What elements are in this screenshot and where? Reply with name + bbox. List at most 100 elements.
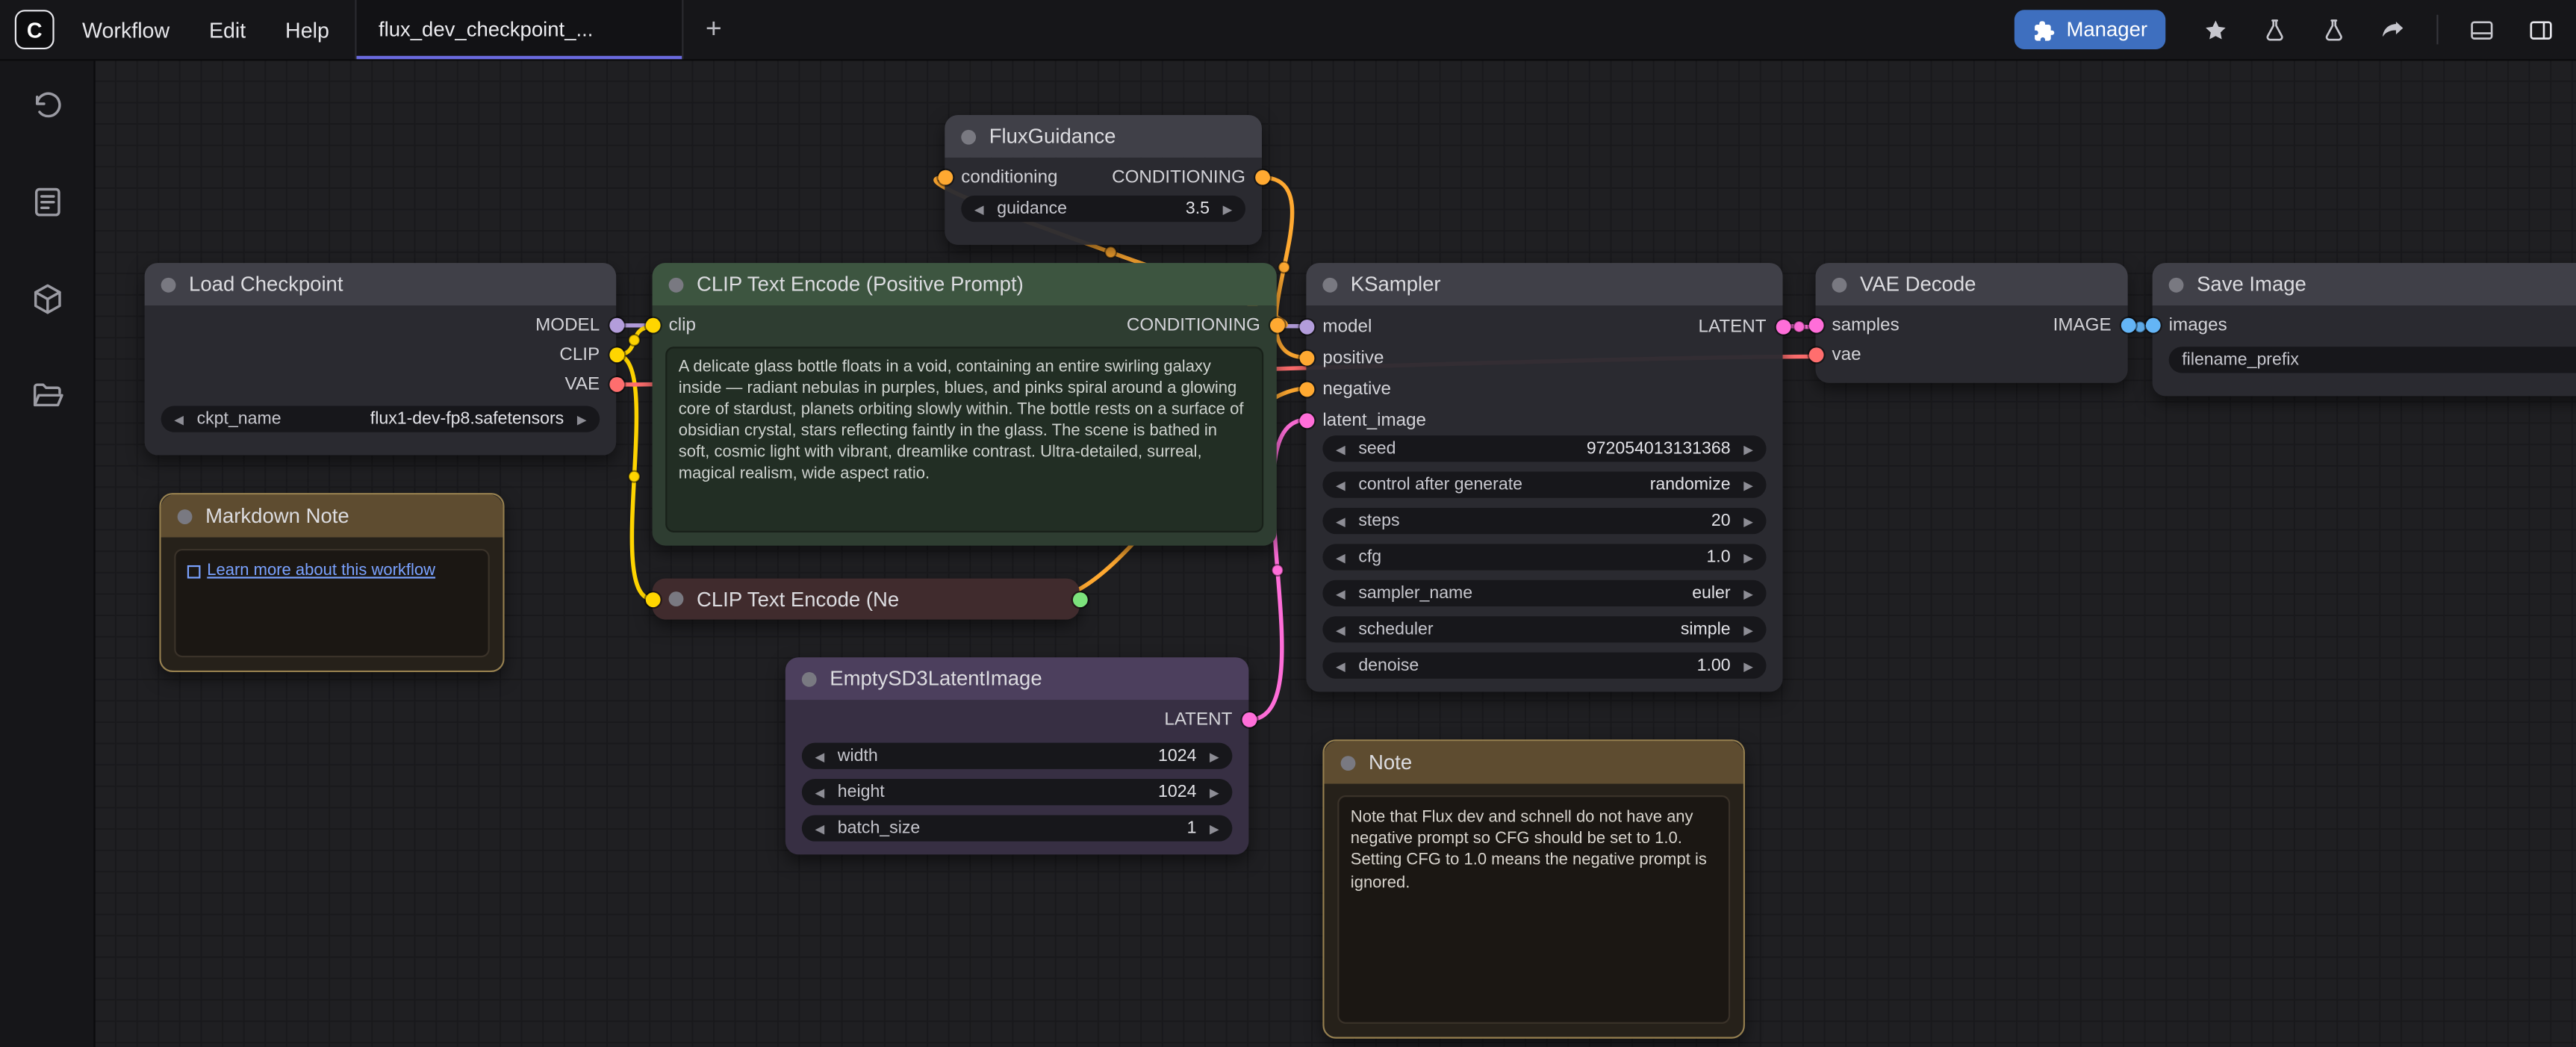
widget-label: filename_prefix xyxy=(2182,350,2299,370)
node-markdown-note[interactable]: Markdown Note Learn more about this work… xyxy=(159,493,504,672)
widget-guidance[interactable]: guidance 3.5 xyxy=(961,196,1245,222)
widget-control-after-generate[interactable]: control after generate randomize xyxy=(1322,472,1766,498)
slot-row: latent_image xyxy=(1306,404,1782,435)
widget-width[interactable]: width 1024 xyxy=(802,743,1233,769)
node-clip-text-encode-positive[interactable]: CLIP Text Encode (Positive Prompt) clip … xyxy=(653,263,1277,545)
output-label: LATENT xyxy=(1164,710,1232,730)
menu-edit[interactable]: Edit xyxy=(209,17,246,42)
input-slot-conditioning[interactable] xyxy=(937,170,952,185)
panel-bottom-icon[interactable] xyxy=(2466,14,2498,46)
input-slot-positive[interactable] xyxy=(1298,350,1313,365)
puzzle-icon xyxy=(2032,18,2055,41)
output-slot-vae[interactable] xyxy=(609,377,623,392)
node-header[interactable]: EmptySD3LatentImage xyxy=(785,657,1249,700)
comfyui-logo[interactable]: C xyxy=(15,10,55,49)
node-ksampler[interactable]: KSampler model LATENT positive negative xyxy=(1306,263,1782,692)
node-clip-text-encode-negative[interactable]: CLIP Text Encode (Ne xyxy=(653,579,1080,620)
collapse-dot[interactable] xyxy=(961,129,976,144)
node-body: samples IMAGE vae xyxy=(1816,305,2128,382)
markdown-note-content[interactable]: Learn more about this workflow xyxy=(174,549,489,657)
output-slot-clip[interactable] xyxy=(609,347,623,362)
output-label: IMAGE xyxy=(2053,315,2112,335)
widget-label: denoise xyxy=(1358,656,1419,675)
widget-height[interactable]: height 1024 xyxy=(802,779,1233,805)
output-slot-conditioning[interactable] xyxy=(1269,318,1284,333)
input-slot-negative[interactable] xyxy=(1298,382,1313,397)
menu-help[interactable]: Help xyxy=(285,17,329,42)
output-slot-latent[interactable] xyxy=(1241,712,1256,727)
prompt-text: A delicate glass bottle floats in a void… xyxy=(679,358,1244,483)
input-slot-latent-image[interactable] xyxy=(1298,412,1313,427)
slot-row: clip CONDITIONING xyxy=(653,311,1277,341)
output-slot-model[interactable] xyxy=(609,318,623,333)
note-text: Note that Flux dev and schnell do not ha… xyxy=(1351,809,1707,892)
widget-ckpt-name[interactable]: ckpt_name flux1-dev-fp8.safetensors xyxy=(161,406,600,432)
flask-icon[interactable] xyxy=(2259,14,2291,46)
widget-value: 20 xyxy=(1711,511,1731,530)
node-header[interactable]: CLIP Text Encode (Positive Prompt) xyxy=(653,263,1277,305)
node-header[interactable]: Load Checkpoint xyxy=(145,263,617,305)
node-load-checkpoint[interactable]: Load Checkpoint MODEL CLIP VAE ckpt_name xyxy=(145,263,617,455)
graph-canvas[interactable]: FluxGuidance conditioning CONDITIONING g… xyxy=(93,59,2576,1047)
output-slot-conditioning[interactable] xyxy=(1254,170,1269,185)
widget-scheduler[interactable]: scheduler simple xyxy=(1322,616,1766,642)
workflows-icon[interactable] xyxy=(27,376,66,416)
node-note[interactable]: Note Note that Flux dev and schnell do n… xyxy=(1322,739,1745,1038)
input-slot-clip[interactable] xyxy=(645,318,660,333)
node-header[interactable]: Markdown Note xyxy=(161,494,503,537)
collapse-dot[interactable] xyxy=(178,509,193,524)
node-vae-decode[interactable]: VAE Decode samples IMAGE vae xyxy=(1816,263,2128,383)
workflow-docs-link[interactable]: Learn more about this workflow xyxy=(187,560,435,582)
history-icon[interactable] xyxy=(27,85,66,125)
wire-dot xyxy=(2135,321,2146,332)
star-icon[interactable] xyxy=(2200,14,2231,46)
node-flux-guidance[interactable]: FluxGuidance conditioning CONDITIONING g… xyxy=(945,115,1262,245)
node-header[interactable]: KSampler xyxy=(1306,263,1782,305)
node-header[interactable]: Save Image xyxy=(2153,263,2576,305)
widget-seed[interactable]: seed 972054013131368 xyxy=(1322,435,1766,462)
widget-sampler-name[interactable]: sampler_name euler xyxy=(1322,580,1766,606)
collapse-dot[interactable] xyxy=(161,277,176,292)
input-slot-images[interactable] xyxy=(2145,318,2160,333)
prompt-textarea[interactable]: A delicate glass bottle floats in a void… xyxy=(665,347,1263,532)
node-title: KSampler xyxy=(1351,273,1441,296)
panel-right-icon[interactable] xyxy=(2525,14,2557,46)
output-slot-latent[interactable] xyxy=(1776,319,1791,334)
widget-denoise[interactable]: denoise 1.00 xyxy=(1322,653,1766,679)
output-slot-image[interactable] xyxy=(2121,318,2135,333)
widget-value: 1.0 xyxy=(1706,547,1730,567)
tab-flux-dev-checkpoint[interactable]: flux_dev_checkpoint_... xyxy=(355,0,684,59)
input-slot-model[interactable] xyxy=(1298,319,1313,334)
node-header[interactable]: VAE Decode xyxy=(1816,263,2128,305)
input-slot-samples[interactable] xyxy=(1808,318,1823,333)
log-icon[interactable] xyxy=(27,182,66,222)
input-slot-vae[interactable] xyxy=(1808,347,1823,362)
node-header[interactable]: Note xyxy=(1325,741,1743,783)
node-empty-sd3-latent-image[interactable]: EmptySD3LatentImage LATENT width 1024 he… xyxy=(785,657,1249,854)
workflow-tabs: flux_dev_checkpoint_... + xyxy=(355,0,743,59)
collapse-dot[interactable] xyxy=(1322,277,1337,292)
flask-icon[interactable] xyxy=(2318,14,2350,46)
widget-cfg[interactable]: cfg 1.0 xyxy=(1322,544,1766,570)
widget-label: control after generate xyxy=(1358,475,1522,494)
new-tab-button[interactable]: + xyxy=(684,0,743,59)
share-icon[interactable] xyxy=(2377,14,2409,46)
collapse-dot[interactable] xyxy=(669,277,684,292)
input-slot-collapsed[interactable] xyxy=(645,591,660,606)
menu-workflow[interactable]: Workflow xyxy=(82,17,169,42)
note-textarea[interactable]: Note that Flux dev and schnell do not ha… xyxy=(1337,795,1730,1024)
widget-steps[interactable]: steps 20 xyxy=(1322,508,1766,534)
output-slot-collapsed[interactable] xyxy=(1072,591,1087,606)
widget-batch-size[interactable]: batch_size 1 xyxy=(802,815,1233,841)
manager-button[interactable]: Manager xyxy=(2014,10,2165,49)
widget-filename-prefix[interactable]: filename_prefix xyxy=(2169,347,2576,373)
collapse-dot[interactable] xyxy=(2169,277,2184,292)
collapse-dot[interactable] xyxy=(669,591,684,606)
collapse-dot[interactable] xyxy=(1341,755,1356,770)
collapse-dot[interactable] xyxy=(802,671,817,686)
model-library-icon[interactable] xyxy=(27,279,66,319)
node-header[interactable]: FluxGuidance xyxy=(945,115,1262,158)
topbar-right: Manager xyxy=(2014,10,2576,49)
node-save-image[interactable]: Save Image images filename_prefix xyxy=(2153,263,2576,396)
collapse-dot[interactable] xyxy=(1832,277,1847,292)
